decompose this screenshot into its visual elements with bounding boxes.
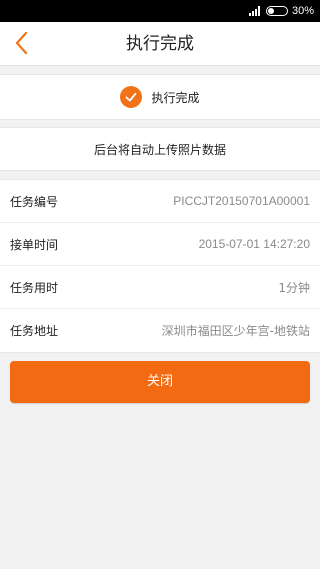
task-duration-value: 1分钟	[278, 280, 310, 295]
task-duration-row: 任务用时 1分钟	[0, 266, 320, 309]
task-address-label: 任务地址	[10, 324, 59, 338]
close-button[interactable]: 关闭	[10, 361, 310, 403]
task-number-value: PICCJT20150701A00001	[173, 194, 310, 208]
status-bar: 30%	[0, 0, 320, 22]
checkmark-icon	[120, 86, 143, 108]
signal-icon	[248, 6, 260, 16]
page-title: 执行完成	[126, 34, 194, 54]
battery-icon	[265, 6, 288, 16]
task-number-row: 任务编号 PICCJT20150701A00001	[0, 180, 320, 223]
accept-time-value: 2015-07-01 14:27:20	[198, 237, 310, 251]
nav-bar: 执行完成	[0, 22, 320, 66]
task-address-value: 深圳市福田区少年宫-地铁站	[161, 324, 310, 338]
status-text: 执行完成	[151, 90, 200, 105]
task-info-list: 任务编号 PICCJT20150701A00001 接单时间 2015-07-0…	[0, 179, 320, 353]
completion-status: 执行完成	[0, 74, 320, 120]
accept-time-row: 接单时间 2015-07-01 14:27:20	[0, 223, 320, 266]
task-number-label: 任务编号	[10, 194, 59, 209]
task-address-row: 任务地址 深圳市福田区少年宫-地铁站	[0, 309, 320, 352]
upload-notice: 后台将自动上传照片数据	[0, 127, 320, 171]
battery-percent: 30%	[291, 5, 314, 17]
task-duration-label: 任务用时	[10, 280, 59, 295]
accept-time-label: 接单时间	[10, 237, 59, 252]
